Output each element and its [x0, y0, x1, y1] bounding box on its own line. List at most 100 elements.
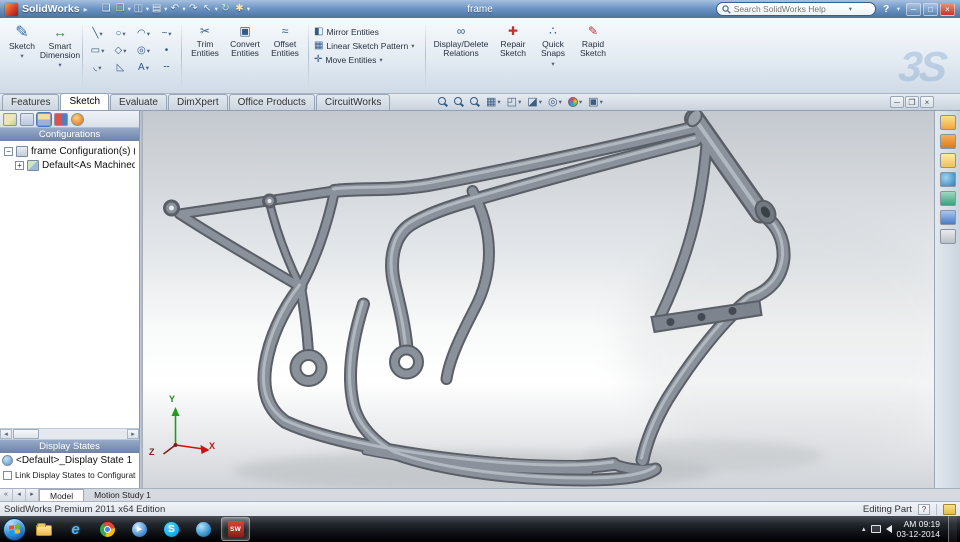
solidworks-resources-icon[interactable] — [939, 115, 956, 130]
taskbar-clock[interactable]: AM 09:19 03-12-2014 — [897, 519, 940, 539]
print-dropdown-icon[interactable]: ▾ — [164, 5, 167, 13]
sketch-button[interactable]: ✎ Sketch ▾ — [3, 20, 41, 91]
start-button[interactable] — [3, 517, 26, 541]
status-help-button[interactable]: ? — [918, 503, 930, 515]
file-explorer-icon[interactable] — [939, 153, 956, 168]
search-dropdown-icon[interactable]: ▾ — [849, 5, 852, 13]
print-icon[interactable]: ▤ — [150, 2, 163, 16]
configuration-root-row[interactable]: − frame Configuration(s) (Defa — [2, 144, 137, 158]
scroll-left-icon[interactable]: ◂ — [0, 429, 12, 439]
select-cursor-icon[interactable]: ↖ — [201, 2, 214, 16]
propertymanager-tab-icon[interactable] — [20, 112, 34, 126]
tab-scroll-right-icon[interactable]: ▸ — [26, 489, 39, 501]
taskbar-media-button[interactable]: ▶ — [125, 517, 154, 541]
menu-expand-arrow-icon[interactable]: ▸ — [84, 5, 88, 14]
search-input[interactable] — [733, 4, 846, 14]
featuremanager-tree-tab-icon[interactable] — [3, 112, 17, 126]
undo-icon[interactable]: ↶ — [168, 2, 181, 16]
open-dropdown-icon[interactable]: ▾ — [128, 5, 131, 13]
configurationmanager-tab-icon[interactable] — [36, 111, 52, 127]
expand-toggle-icon[interactable]: + — [15, 160, 24, 170]
panel-horizontal-scrollbar[interactable]: ◂ ▸ — [0, 428, 139, 440]
custom-properties-icon[interactable] — [939, 229, 956, 244]
tab-scroll-first-icon[interactable]: « — [0, 489, 13, 501]
doc-minimize-button[interactable]: ─ — [890, 96, 904, 108]
model-tab[interactable]: Model — [39, 489, 85, 501]
trim-entities-button[interactable]: ✂ Trim Entities — [185, 20, 225, 91]
line-tool[interactable]: ╲ ▾ — [86, 25, 109, 42]
search-pane-icon[interactable] — [939, 172, 956, 187]
rebuild-icon[interactable]: ↻ — [219, 2, 232, 16]
taskbar-browser-button[interactable]: e — [61, 517, 90, 541]
display-style-button[interactable]: ◪ ▾ — [527, 95, 542, 108]
tab-evaluate[interactable]: Evaluate — [110, 94, 167, 110]
quick-snaps-button[interactable]: ∴ Quick Snaps ▾ — [533, 20, 573, 91]
display-state-row[interactable]: <Default>_Display State 1 — [0, 453, 139, 467]
mirror-entities-button[interactable]: ◧ Mirror Entities — [312, 27, 422, 38]
taskbar-explorer-button[interactable] — [29, 517, 58, 541]
taskbar-solidworks-button[interactable]: SW — [221, 517, 250, 541]
doc-close-button[interactable]: × — [920, 96, 934, 108]
apply-scene-button[interactable]: ▣ ▾ — [588, 95, 603, 108]
rapid-sketch-button[interactable]: ✎ Rapid Sketch — [573, 20, 613, 91]
point-tool[interactable]: • — [155, 42, 178, 59]
hide-show-items-button[interactable]: ◎ ▾ — [548, 95, 562, 108]
tab-scroll-left-icon[interactable]: ◂ — [13, 489, 26, 501]
previous-view-button[interactable] — [470, 96, 480, 107]
graphics-area[interactable]: Y X Z — [143, 111, 934, 488]
doc-restore-button[interactable]: ❐ — [905, 96, 919, 108]
hidden-icons-arrow-icon[interactable]: ▴ — [862, 525, 866, 533]
text-tool[interactable]: A ▾ — [132, 59, 155, 76]
convert-entities-button[interactable]: ▣ Convert Entities — [225, 20, 265, 91]
tab-features[interactable]: Features — [2, 94, 60, 110]
show-desktop-button[interactable] — [948, 516, 957, 542]
configuration-item-row[interactable]: + Default<As Machined> [ — [2, 158, 137, 172]
close-button[interactable]: × — [940, 2, 955, 16]
options-gear-icon[interactable]: ✱ — [233, 2, 246, 16]
chamfer-tool[interactable]: ◺ — [109, 59, 132, 76]
linear-sketch-pattern-button[interactable]: ▦ Linear Sketch Pattern ▾ — [312, 41, 422, 52]
help-button[interactable]: ? — [880, 4, 893, 15]
repair-sketch-button[interactable]: ✚ Repair Sketch — [493, 20, 533, 91]
design-library-icon[interactable] — [939, 134, 956, 149]
taskbar-app-button[interactable] — [189, 517, 218, 541]
offset-entities-button[interactable]: ≈ Offset Entities — [265, 20, 305, 91]
save-dropdown-icon[interactable]: ▾ — [146, 5, 149, 13]
rectangle-tool[interactable]: ▭ ▾ — [86, 42, 109, 59]
scrollbar-thumb[interactable] — [13, 429, 39, 439]
tab-office-products[interactable]: Office Products — [228, 94, 315, 110]
help-search-box[interactable]: ▾ — [715, 2, 876, 16]
custom-properties-tag-icon[interactable] — [943, 503, 956, 515]
ellipse-tool[interactable]: ◎ ▾ — [132, 42, 155, 59]
help-dropdown-icon[interactable]: ▾ — [897, 5, 900, 13]
smart-dimension-button[interactable]: ↔ Smart Dimension ▾ — [40, 20, 80, 91]
volume-tray-icon[interactable] — [885, 525, 892, 533]
displaymanager-tab-icon[interactable] — [54, 112, 68, 126]
view-palette-icon[interactable] — [939, 191, 956, 206]
zoom-fit-button[interactable] — [438, 96, 448, 107]
appearances-scenes-icon[interactable] — [939, 210, 956, 225]
maximize-button[interactable]: □ — [923, 2, 938, 16]
circle-tool[interactable]: ○ ▾ — [109, 25, 132, 42]
tab-circuitworks[interactable]: CircuitWorks — [315, 94, 391, 110]
undo-dropdown-icon[interactable]: ▾ — [182, 5, 185, 13]
select-dropdown-icon[interactable]: ▾ — [215, 5, 218, 13]
zoom-area-button[interactable] — [454, 96, 464, 107]
tab-dimxpert[interactable]: DimXpert — [167, 94, 228, 110]
spline-tool[interactable]: ~ ▾ — [155, 25, 178, 42]
section-view-button[interactable]: ▦ ▾ — [486, 95, 501, 108]
taskbar-skype-button[interactable]: S — [157, 517, 186, 541]
motion-study-tab[interactable]: Motion Study 1 — [84, 489, 161, 501]
tab-sketch[interactable]: Sketch — [60, 93, 110, 110]
link-display-states-checkbox[interactable] — [3, 470, 12, 480]
scroll-right-icon[interactable]: ▸ — [127, 429, 139, 439]
new-document-icon[interactable]: ❏ — [100, 2, 113, 16]
edit-appearance-button[interactable]: ▾ — [567, 96, 582, 107]
minimize-button[interactable]: ─ — [906, 2, 921, 16]
taskbar-chrome-button[interactable] — [93, 517, 122, 541]
options-dropdown-icon[interactable]: ▾ — [247, 5, 250, 13]
appearance-manager-tab-icon[interactable] — [71, 112, 84, 126]
redo-icon[interactable]: ↷ — [187, 2, 200, 16]
open-document-icon[interactable]: ❒ — [114, 2, 127, 16]
network-tray-icon[interactable] — [870, 525, 881, 533]
